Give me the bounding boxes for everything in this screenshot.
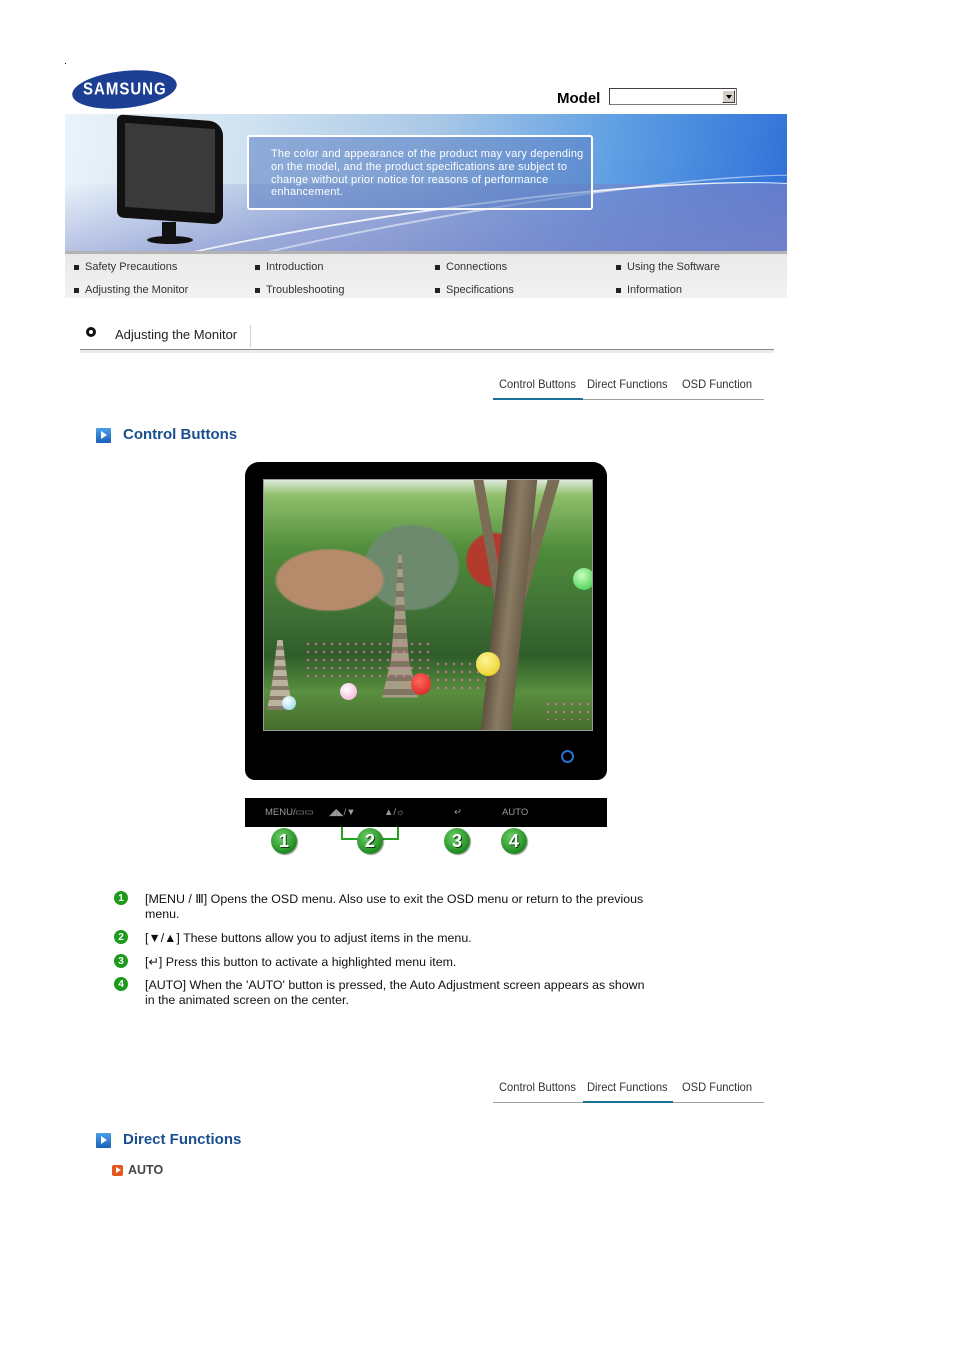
stray-dot: [65, 63, 66, 64]
badge-2: 2: [357, 828, 383, 854]
bullet-icon: [616, 264, 621, 270]
product-notice: The color and appearance of the product …: [247, 135, 593, 210]
number-badge-4: 4: [114, 977, 128, 991]
nav-label: Introduction: [266, 261, 324, 273]
section-arrow-icon: [96, 428, 111, 443]
nav-safety-precautions[interactable]: Safety Precautions: [74, 261, 177, 273]
tab-control-buttons[interactable]: Control Buttons: [499, 377, 576, 391]
lantern-red: [411, 673, 431, 695]
model-label: Model: [557, 90, 601, 107]
badge-1: 1: [271, 828, 297, 854]
nav-label: Using the Software: [627, 261, 720, 273]
section-arrow-icon: [96, 1133, 111, 1148]
nav-label: Connections: [446, 261, 508, 273]
monitor-silhouette-screen: [125, 122, 215, 214]
menu-button-label: MENU/▭▭: [265, 807, 314, 818]
sub-item-arrow-icon: [112, 1165, 123, 1176]
bullet-icon: [616, 287, 621, 293]
bullet-icon: [435, 287, 440, 293]
sub-item-auto[interactable]: AUTO: [128, 1163, 163, 1177]
auto-button-label: AUTO: [502, 807, 529, 818]
model-select[interactable]: [609, 88, 737, 105]
samsung-logo[interactable]: SAMSUNG: [70, 65, 179, 114]
nav-label: Safety Precautions: [85, 261, 178, 273]
lantern-green: [573, 568, 592, 590]
description-menu: [MENU / Ⅲ] Opens the OSD menu. Also use …: [145, 892, 644, 921]
flowers: [544, 700, 592, 720]
nav-using-the-software[interactable]: Using the Software: [616, 261, 720, 273]
control-button-strip: MENU/▭▭ ◢◣/▼ ▲/☼ ↵ AUTO: [245, 798, 607, 827]
garden-photo: [263, 479, 593, 731]
nav-specifications[interactable]: Specifications: [435, 284, 514, 296]
tab-osd-function[interactable]: OSD Function: [682, 377, 752, 391]
monitor-image: [245, 462, 607, 780]
bullet-icon: [255, 264, 260, 270]
bullet-icon: [74, 264, 79, 270]
nav-introduction[interactable]: Introduction: [255, 261, 323, 273]
tab-osd-function[interactable]: OSD Function: [682, 1080, 752, 1094]
section-tabs: Control Buttons Direct Functions OSD Fun…: [493, 1076, 764, 1103]
main-nav: Safety Precautions Introduction Connecti…: [65, 251, 787, 298]
bullet-icon: [74, 287, 79, 293]
banner: The color and appearance of the product …: [65, 114, 787, 251]
monitor-bezel-bottom: [245, 757, 607, 780]
description-auto: [AUTO] When the 'AUTO' button is pressed…: [145, 978, 645, 1007]
nav-information[interactable]: Information: [616, 284, 682, 296]
lantern-pink: [340, 683, 357, 700]
tab-control-buttons[interactable]: Control Buttons: [499, 1080, 576, 1094]
tab-direct-functions[interactable]: Direct Functions: [587, 1080, 668, 1094]
tab-direct-functions[interactable]: Direct Functions: [587, 377, 668, 391]
chevron-down-icon[interactable]: [722, 90, 735, 103]
enter-button-label: ↵: [454, 807, 462, 818]
nav-label: Troubleshooting: [266, 284, 345, 296]
monitor-silhouette: [117, 114, 223, 225]
active-tab-indicator: [583, 1101, 673, 1103]
number-badge-3: 3: [114, 954, 128, 968]
badge-3: 3: [444, 828, 470, 854]
nav-troubleshooting[interactable]: Troubleshooting: [255, 284, 344, 296]
section-tabs: Control Buttons Direct Functions OSD Fun…: [493, 373, 764, 400]
divider-shadow: [80, 350, 774, 353]
page-title: Adjusting the Monitor: [115, 327, 238, 342]
number-badge-2: 2: [114, 930, 128, 944]
down-button-label: ◢◣/▼: [329, 807, 356, 818]
section-title-control-buttons: Control Buttons: [123, 426, 238, 443]
logo-text: SAMSUNG: [82, 79, 167, 100]
power-indicator-icon: [561, 750, 574, 763]
bullet-icon: [255, 287, 260, 293]
circle-bullet-icon: [86, 327, 96, 337]
monitor-silhouette-base: [147, 236, 193, 244]
lantern-blue: [282, 696, 296, 710]
number-badge-1: 1: [114, 891, 128, 905]
divider: [250, 325, 251, 347]
description-adjust: [▼/▲] These buttons allow you to adjust …: [145, 931, 472, 945]
badge-4: 4: [501, 828, 527, 854]
up-button-label: ▲/☼: [384, 807, 405, 818]
nav-adjusting-the-monitor[interactable]: Adjusting the Monitor: [74, 284, 188, 296]
nav-connections[interactable]: Connections: [435, 261, 507, 273]
nav-label: Adjusting the Monitor: [85, 284, 189, 296]
section-title-direct-functions: Direct Functions: [123, 1131, 242, 1148]
nav-label: Specifications: [446, 284, 514, 296]
nav-label: Information: [627, 284, 683, 296]
bullet-icon: [435, 264, 440, 270]
lantern-yellow: [476, 652, 500, 676]
description-enter: [↵] Press this button to activate a high…: [145, 955, 457, 969]
active-tab-indicator: [493, 398, 583, 400]
